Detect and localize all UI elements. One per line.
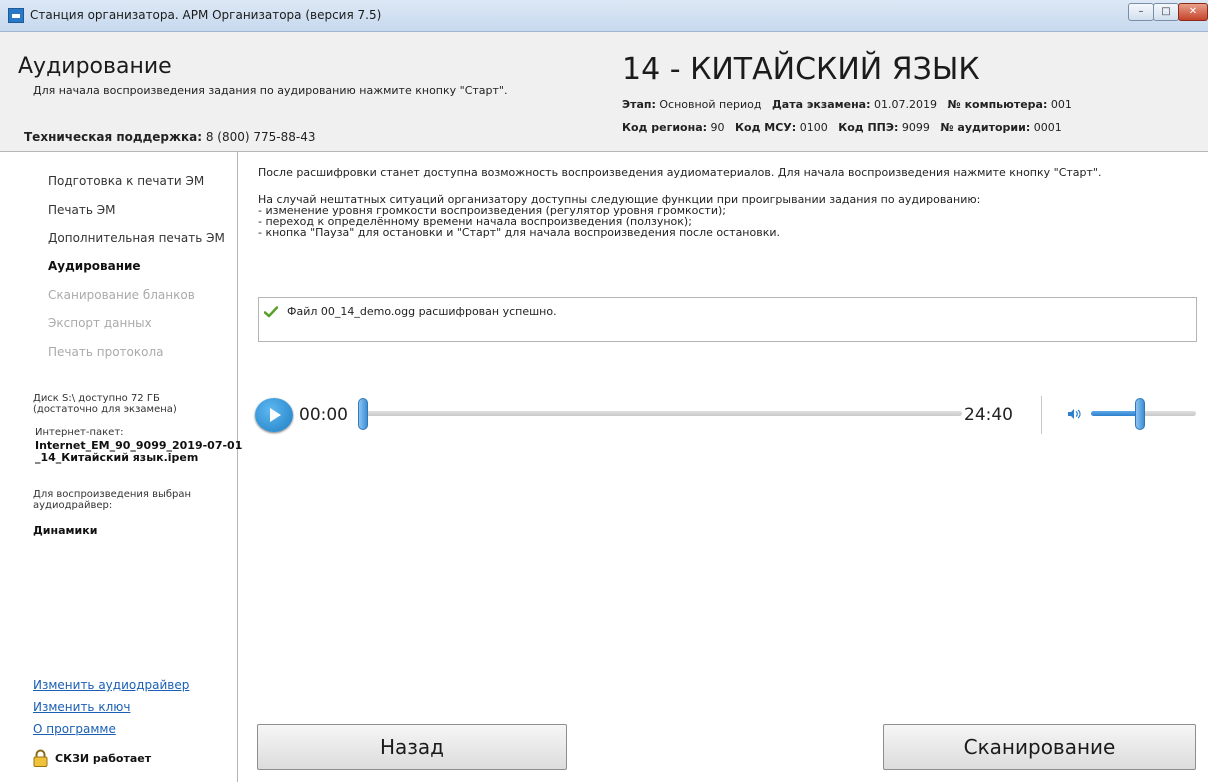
computer-label: № компьютера: (947, 98, 1048, 111)
speaker-icon (1068, 409, 1081, 419)
computer-value: 001 (1050, 98, 1072, 111)
msu-value: 0100 (799, 121, 828, 134)
auditorium-label: № аудитории: (940, 121, 1031, 134)
nav-item-print-prep[interactable]: Подготовка к печати ЭМ (48, 174, 204, 188)
status-message: Файл 00_14_demo.ogg расшифрован успешно. (287, 305, 557, 318)
nav-item-extra-print[interactable]: Дополнительная печать ЭМ (48, 231, 225, 245)
nav-item-scan-forms[interactable]: Сканирование бланков (48, 288, 195, 302)
scan-button[interactable]: Сканирование (883, 724, 1196, 770)
region-label: Код региона: (622, 121, 708, 134)
total-time: 24:40 (964, 405, 1013, 425)
region-value: 90 (710, 121, 725, 134)
check-icon (264, 306, 278, 318)
page-title: Аудирование (18, 54, 172, 79)
ppe-label: Код ППЭ: (838, 121, 899, 134)
status-box (258, 297, 1197, 342)
volume-slider-filled[interactable] (1091, 411, 1140, 416)
app-icon (8, 8, 24, 23)
back-button[interactable]: Назад (257, 724, 567, 770)
change-audiodriver-link[interactable]: Изменить аудиодрайвер (33, 678, 189, 692)
ppe-value: 9099 (901, 121, 930, 134)
exam-info-line-1: Этап: Основной период Дата экзамена: 01.… (622, 98, 1072, 111)
stage-label: Этап: (622, 98, 656, 111)
progress-slider[interactable] (362, 411, 962, 416)
nav-item-listening[interactable]: Аудирование (48, 259, 141, 273)
minimize-button[interactable]: – (1128, 3, 1154, 21)
package-label: Интернет-пакет: (35, 427, 124, 438)
auditorium-value: 0001 (1033, 121, 1062, 134)
volume-slider-track[interactable] (1140, 411, 1196, 416)
support-phone: 8 (800) 775-88-43 (205, 130, 316, 144)
support-info: Техническая поддержка: 8 (800) 775-88-43 (24, 130, 315, 144)
nav-item-print-protocol[interactable]: Печать протокола (48, 345, 163, 359)
about-link[interactable]: О программе (33, 722, 116, 736)
window-title: Станция организатора. АРМ Организатора (… (30, 8, 382, 22)
close-button[interactable]: ✕ (1178, 3, 1208, 21)
player-divider (1041, 396, 1042, 434)
exam-info-line-2: Код региона: 90 Код МСУ: 0100 Код ППЭ: 9… (622, 121, 1062, 134)
change-key-link[interactable]: Изменить ключ (33, 700, 130, 714)
subject-title: 14 - КИТАЙСКИЙ ЯЗЫК (622, 52, 980, 87)
msu-label: Код МСУ: (735, 121, 797, 134)
exam-date-label: Дата экзамена: (771, 98, 871, 111)
function-item: - кнопка "Пауза" для остановки и "Старт"… (258, 226, 781, 239)
volume-slider-thumb[interactable] (1135, 398, 1145, 430)
package-name-line-2: _14_Китайский язык.ipem (35, 451, 199, 464)
current-time: 00:00 (299, 405, 348, 425)
progress-slider-thumb[interactable] (358, 398, 368, 430)
driver-label-line-2: аудиодрайвер: (33, 500, 113, 511)
stage-value: Основной период (659, 98, 762, 111)
nav-item-export[interactable]: Экспорт данных (48, 316, 152, 330)
intro-text: После расшифровки станет доступна возмож… (258, 166, 1102, 179)
maximize-button[interactable]: □ (1153, 3, 1179, 21)
play-button[interactable] (255, 398, 293, 432)
page-hint: Для начала воспроизведения задания по ау… (33, 84, 508, 97)
driver-value: Динамики (33, 524, 98, 537)
support-label: Техническая поддержка: (24, 130, 203, 144)
exam-date-value: 01.07.2019 (874, 98, 937, 111)
lock-icon (33, 749, 48, 767)
skzi-status: СКЗИ работает (55, 752, 152, 765)
nav-item-print[interactable]: Печать ЭМ (48, 203, 115, 217)
disk-info-line-2: (достаточно для экзамена) (33, 404, 177, 415)
